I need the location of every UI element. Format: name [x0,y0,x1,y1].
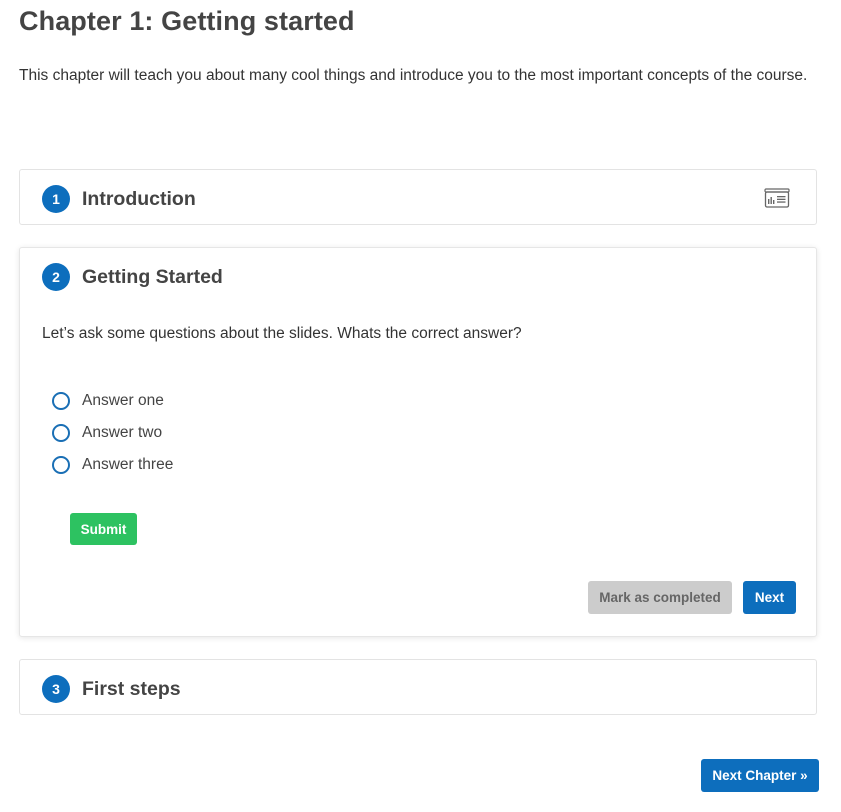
step-title[interactable]: First steps [82,678,181,701]
step-number-badge: 3 [42,675,70,703]
step-card-introduction[interactable]: 1 Introduction [19,169,817,225]
chapter-title: Chapter 1: Getting started [19,6,355,36]
slides-icon [764,188,790,208]
step-title[interactable]: Getting Started [82,266,223,289]
answer-label[interactable]: Answer one [82,392,164,410]
next-button[interactable]: Next [743,581,796,614]
answer-option[interactable]: Answer one [52,385,173,417]
step-number-badge: 1 [42,185,70,213]
answer-option[interactable]: Answer three [52,449,173,481]
submit-button[interactable]: Submit [70,513,137,545]
step-title[interactable]: Introduction [82,188,196,211]
step-header[interactable]: 3 First steps [42,674,181,704]
step-card-getting-started: 2 Getting Started Let’s ask some questio… [19,247,817,637]
quiz-question: Let’s ask some questions about the slide… [42,325,522,342]
step-header[interactable]: 2 Getting Started [42,262,223,292]
radio-button[interactable] [52,392,70,410]
radio-button[interactable] [52,456,70,474]
answer-option[interactable]: Answer two [52,417,173,449]
step-header[interactable]: 1 Introduction [42,184,196,214]
step-card-first-steps[interactable]: 3 First steps [19,659,817,715]
next-chapter-button[interactable]: Next Chapter » [701,759,819,792]
answer-list: Answer one Answer two Answer three [52,385,173,481]
answer-label[interactable]: Answer three [82,456,173,474]
mark-completed-button[interactable]: Mark as completed [588,581,732,614]
course-chapter-page: Chapter 1: Getting started This chapter … [0,0,841,812]
step-number-badge: 2 [42,263,70,291]
radio-button[interactable] [52,424,70,442]
answer-label[interactable]: Answer two [82,424,162,442]
chapter-description: This chapter will teach you about many c… [19,67,808,84]
